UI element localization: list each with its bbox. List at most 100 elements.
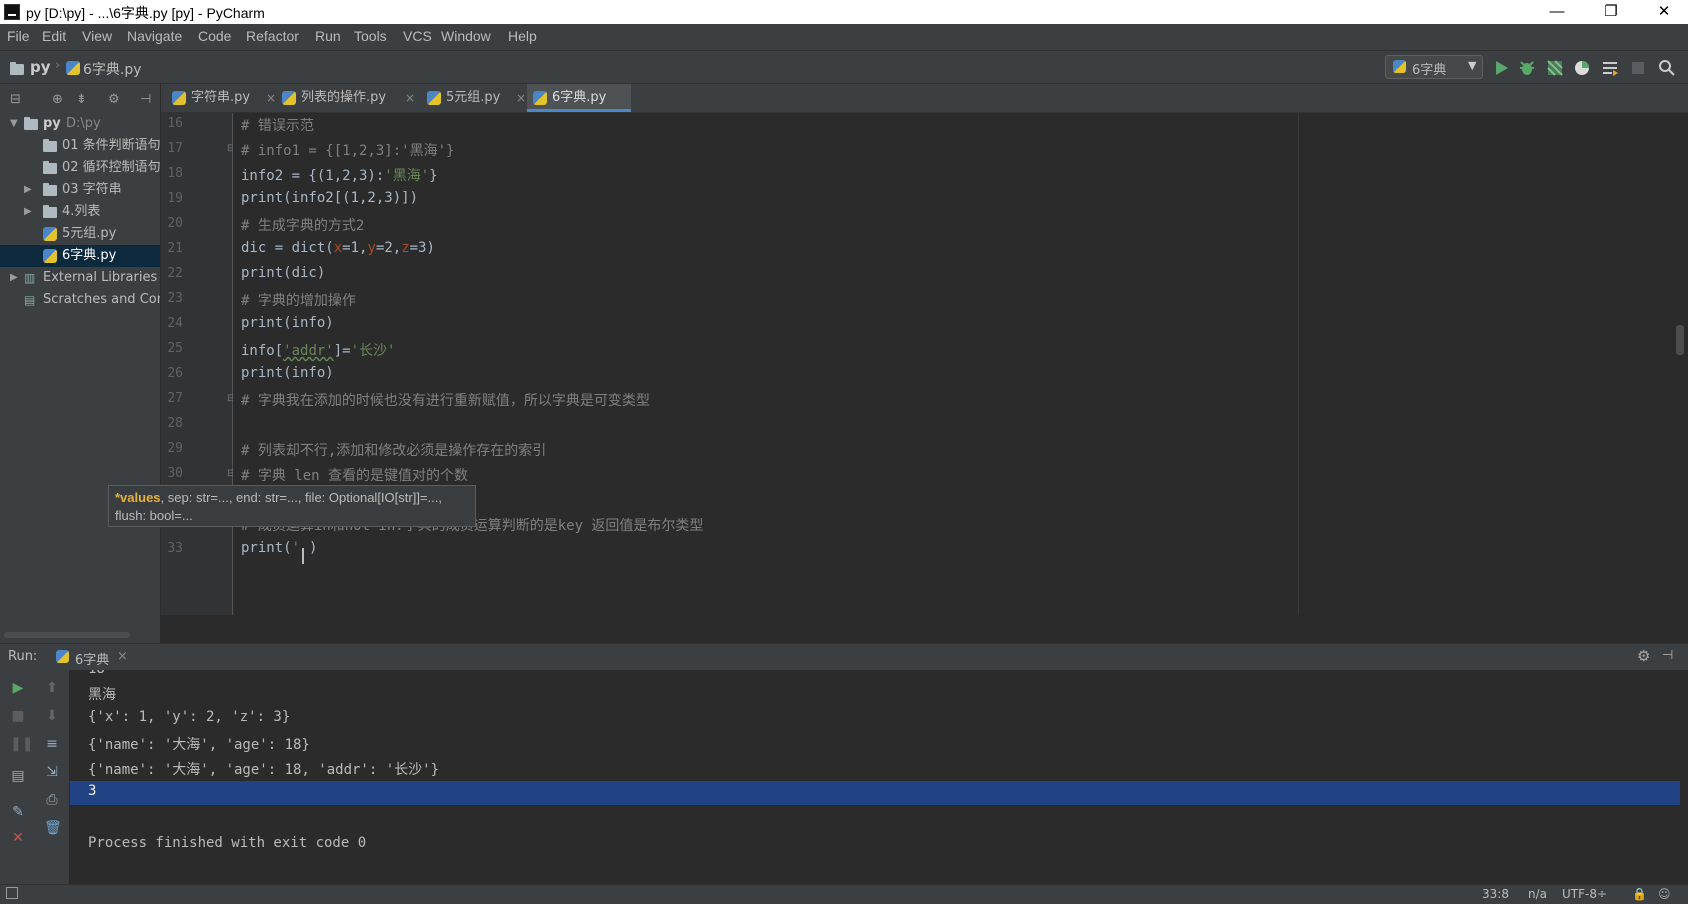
python-file-icon [56, 650, 69, 663]
tab-strings[interactable]: 字符串.py × [169, 84, 277, 112]
console-line: {'name': '大海', 'age': 18} [88, 737, 310, 753]
console-output[interactable]: 18 黑海 {'x': 1, 'y': 2, 'z': 3} {'name': … [70, 670, 1688, 884]
menu-code[interactable]: Code [198, 28, 231, 44]
close-tab-icon[interactable]: × [516, 84, 526, 112]
settings-gear-icon[interactable]: ⚙ [1637, 647, 1650, 665]
code-token: ]= [333, 343, 351, 359]
hide-panel-icon[interactable]: ⊣ [1662, 648, 1673, 663]
run-tasks-icon[interactable] [1601, 59, 1619, 77]
horizontal-scrollbar[interactable] [4, 632, 130, 638]
collapse-all-icon[interactable]: ⇟ [76, 92, 87, 107]
code-token: print( [241, 540, 292, 556]
tab-label: 5元组.py [446, 90, 501, 105]
menu-help[interactable]: Help [508, 28, 537, 44]
soft-wrap-icon[interactable]: ≡ [44, 736, 60, 752]
settings-gear-icon[interactable]: ⚙ [108, 92, 120, 107]
file-encoding[interactable]: UTF-8÷ [1562, 887, 1607, 901]
menu-refactor[interactable]: Refactor [246, 28, 299, 44]
code-line: # info1 = {[1,2,3]:'黑海'} [241, 143, 455, 159]
tree-item-folder[interactable]: 01 条件判断语句 [0, 135, 160, 157]
tree-item-external-libraries[interactable]: ▶ ▥ External Libraries [0, 267, 160, 289]
code-editor[interactable]: # 错误示范 # info1 = {[1,2,3]:'黑海'} info2 = … [233, 113, 1688, 615]
tab-dict-active[interactable]: 6字典.py [527, 84, 631, 112]
search-icon[interactable] [1658, 59, 1676, 77]
up-arrow-icon[interactable]: ⬆ [44, 680, 60, 696]
stop-icon[interactable]: ■ [10, 708, 26, 724]
tree-root[interactable]: ▼ py D:\py [0, 113, 160, 135]
code-line: # 字典 len 查看的是键值对的个数 [241, 468, 469, 484]
code-line: info['addr']='长沙' [241, 340, 395, 360]
menu-view[interactable]: View [82, 28, 112, 44]
down-arrow-icon[interactable]: ⬇ [44, 708, 60, 724]
line-number: 16 [167, 116, 183, 131]
tab-tuple[interactable]: 5元组.py × [424, 84, 526, 112]
minimize-button[interactable]: — [1534, 0, 1580, 24]
menu-window[interactable]: Window [441, 28, 491, 44]
inspector-icon[interactable]: ☺ [1658, 887, 1671, 901]
vertical-scrollbar[interactable] [1676, 325, 1684, 355]
code-line: info2 = {(1,2,3):'黑海'} [241, 165, 438, 185]
status-bar: 33:8 n/a UTF-8÷ 🔒 ☺ [0, 884, 1688, 904]
restore-layout-icon[interactable]: ▤ [10, 768, 26, 784]
close-tab-icon[interactable]: × [266, 84, 276, 112]
trash-icon[interactable]: 🗑 [44, 820, 62, 836]
breadcrumb-file[interactable]: 6字典.py [83, 59, 142, 79]
code-token: =2, [375, 240, 402, 256]
line-number: 29 [167, 441, 183, 456]
close-run-tab-icon[interactable]: × [117, 649, 128, 664]
run-icon[interactable] [1492, 59, 1510, 77]
locate-file-icon[interactable]: ⊕ [52, 92, 63, 107]
menu-navigate[interactable]: Navigate [127, 28, 182, 44]
project-view-icon[interactable]: ⊟ [10, 92, 21, 107]
folder-icon [43, 183, 57, 196]
line-number: 33 [167, 541, 183, 556]
tree-item-scratches[interactable]: ▤ Scratches and Consoles [0, 289, 160, 311]
menu-file[interactable]: File [7, 28, 30, 44]
run-config-select[interactable]: 6字典 ▼ [1385, 55, 1483, 79]
line-separator[interactable]: n/a [1528, 887, 1547, 901]
code-line: print(dic) [241, 265, 326, 281]
rerun-icon[interactable]: ▶ [10, 680, 26, 696]
editor-tabs: 字符串.py × 列表的操作.py × 5元组.py × 6字典.py [161, 84, 1688, 113]
caret-position[interactable]: 33:8 [1482, 887, 1509, 901]
tree-item-folder[interactable]: ▶ 4.列表 [0, 201, 160, 223]
console-line: 黑海 [88, 687, 116, 703]
menu-edit[interactable]: Edit [42, 28, 66, 44]
code-line: print(info) [241, 315, 334, 331]
coverage-icon[interactable] [1546, 59, 1564, 77]
menu-tools[interactable]: Tools [354, 28, 387, 44]
line-number: 19 [167, 191, 183, 206]
folder-icon [24, 117, 38, 130]
tree-item-file[interactable]: 5元组.py [0, 223, 160, 245]
tree-item-file-selected[interactable]: 6字典.py [0, 245, 160, 267]
tab-label: 字符串.py [191, 90, 251, 105]
python-file-icon [533, 91, 547, 105]
python-file-icon [282, 91, 296, 105]
toggle-tool-windows-icon[interactable] [6, 887, 18, 899]
library-icon: ▥ [24, 271, 36, 285]
breadcrumb-project[interactable]: py [30, 58, 51, 76]
maximize-button[interactable]: ❐ [1588, 0, 1634, 24]
tree-item-folder[interactable]: ▶ 03 字符串 [0, 179, 160, 201]
tree-item-folder[interactable]: 02 循环控制语句 [0, 157, 160, 179]
close-tab-icon[interactable]: × [405, 84, 415, 112]
window-title: py [D:\py] - ...\6字典.py [py] - PyCharm [26, 5, 265, 21]
pause-icon[interactable]: ❚❚ [10, 736, 33, 752]
debug-icon[interactable] [1518, 59, 1536, 77]
profile-icon[interactable] [1573, 59, 1591, 77]
close-icon[interactable]: ✕ [10, 830, 26, 846]
line-number: 25 [167, 341, 183, 356]
lock-icon[interactable]: 🔒 [1632, 887, 1647, 901]
code-token: =1, [342, 240, 368, 256]
tab-list-ops[interactable]: 列表的操作.py × [279, 84, 415, 112]
print-icon[interactable]: ⎙ [44, 792, 60, 808]
close-window-button[interactable]: ✕ [1641, 0, 1687, 24]
pin-tab-icon[interactable]: ✎ [10, 804, 26, 820]
run-tab-label[interactable]: 6字典 [75, 649, 109, 668]
code-line: # 错误示范 [241, 118, 314, 134]
scroll-to-end-icon[interactable]: ⇲ [44, 764, 60, 780]
menu-vcs[interactable]: VCS [403, 28, 432, 44]
hide-panel-icon[interactable]: ⊣ [140, 92, 151, 107]
menu-run[interactable]: Run [315, 28, 341, 44]
stop-icon[interactable] [1629, 59, 1647, 77]
